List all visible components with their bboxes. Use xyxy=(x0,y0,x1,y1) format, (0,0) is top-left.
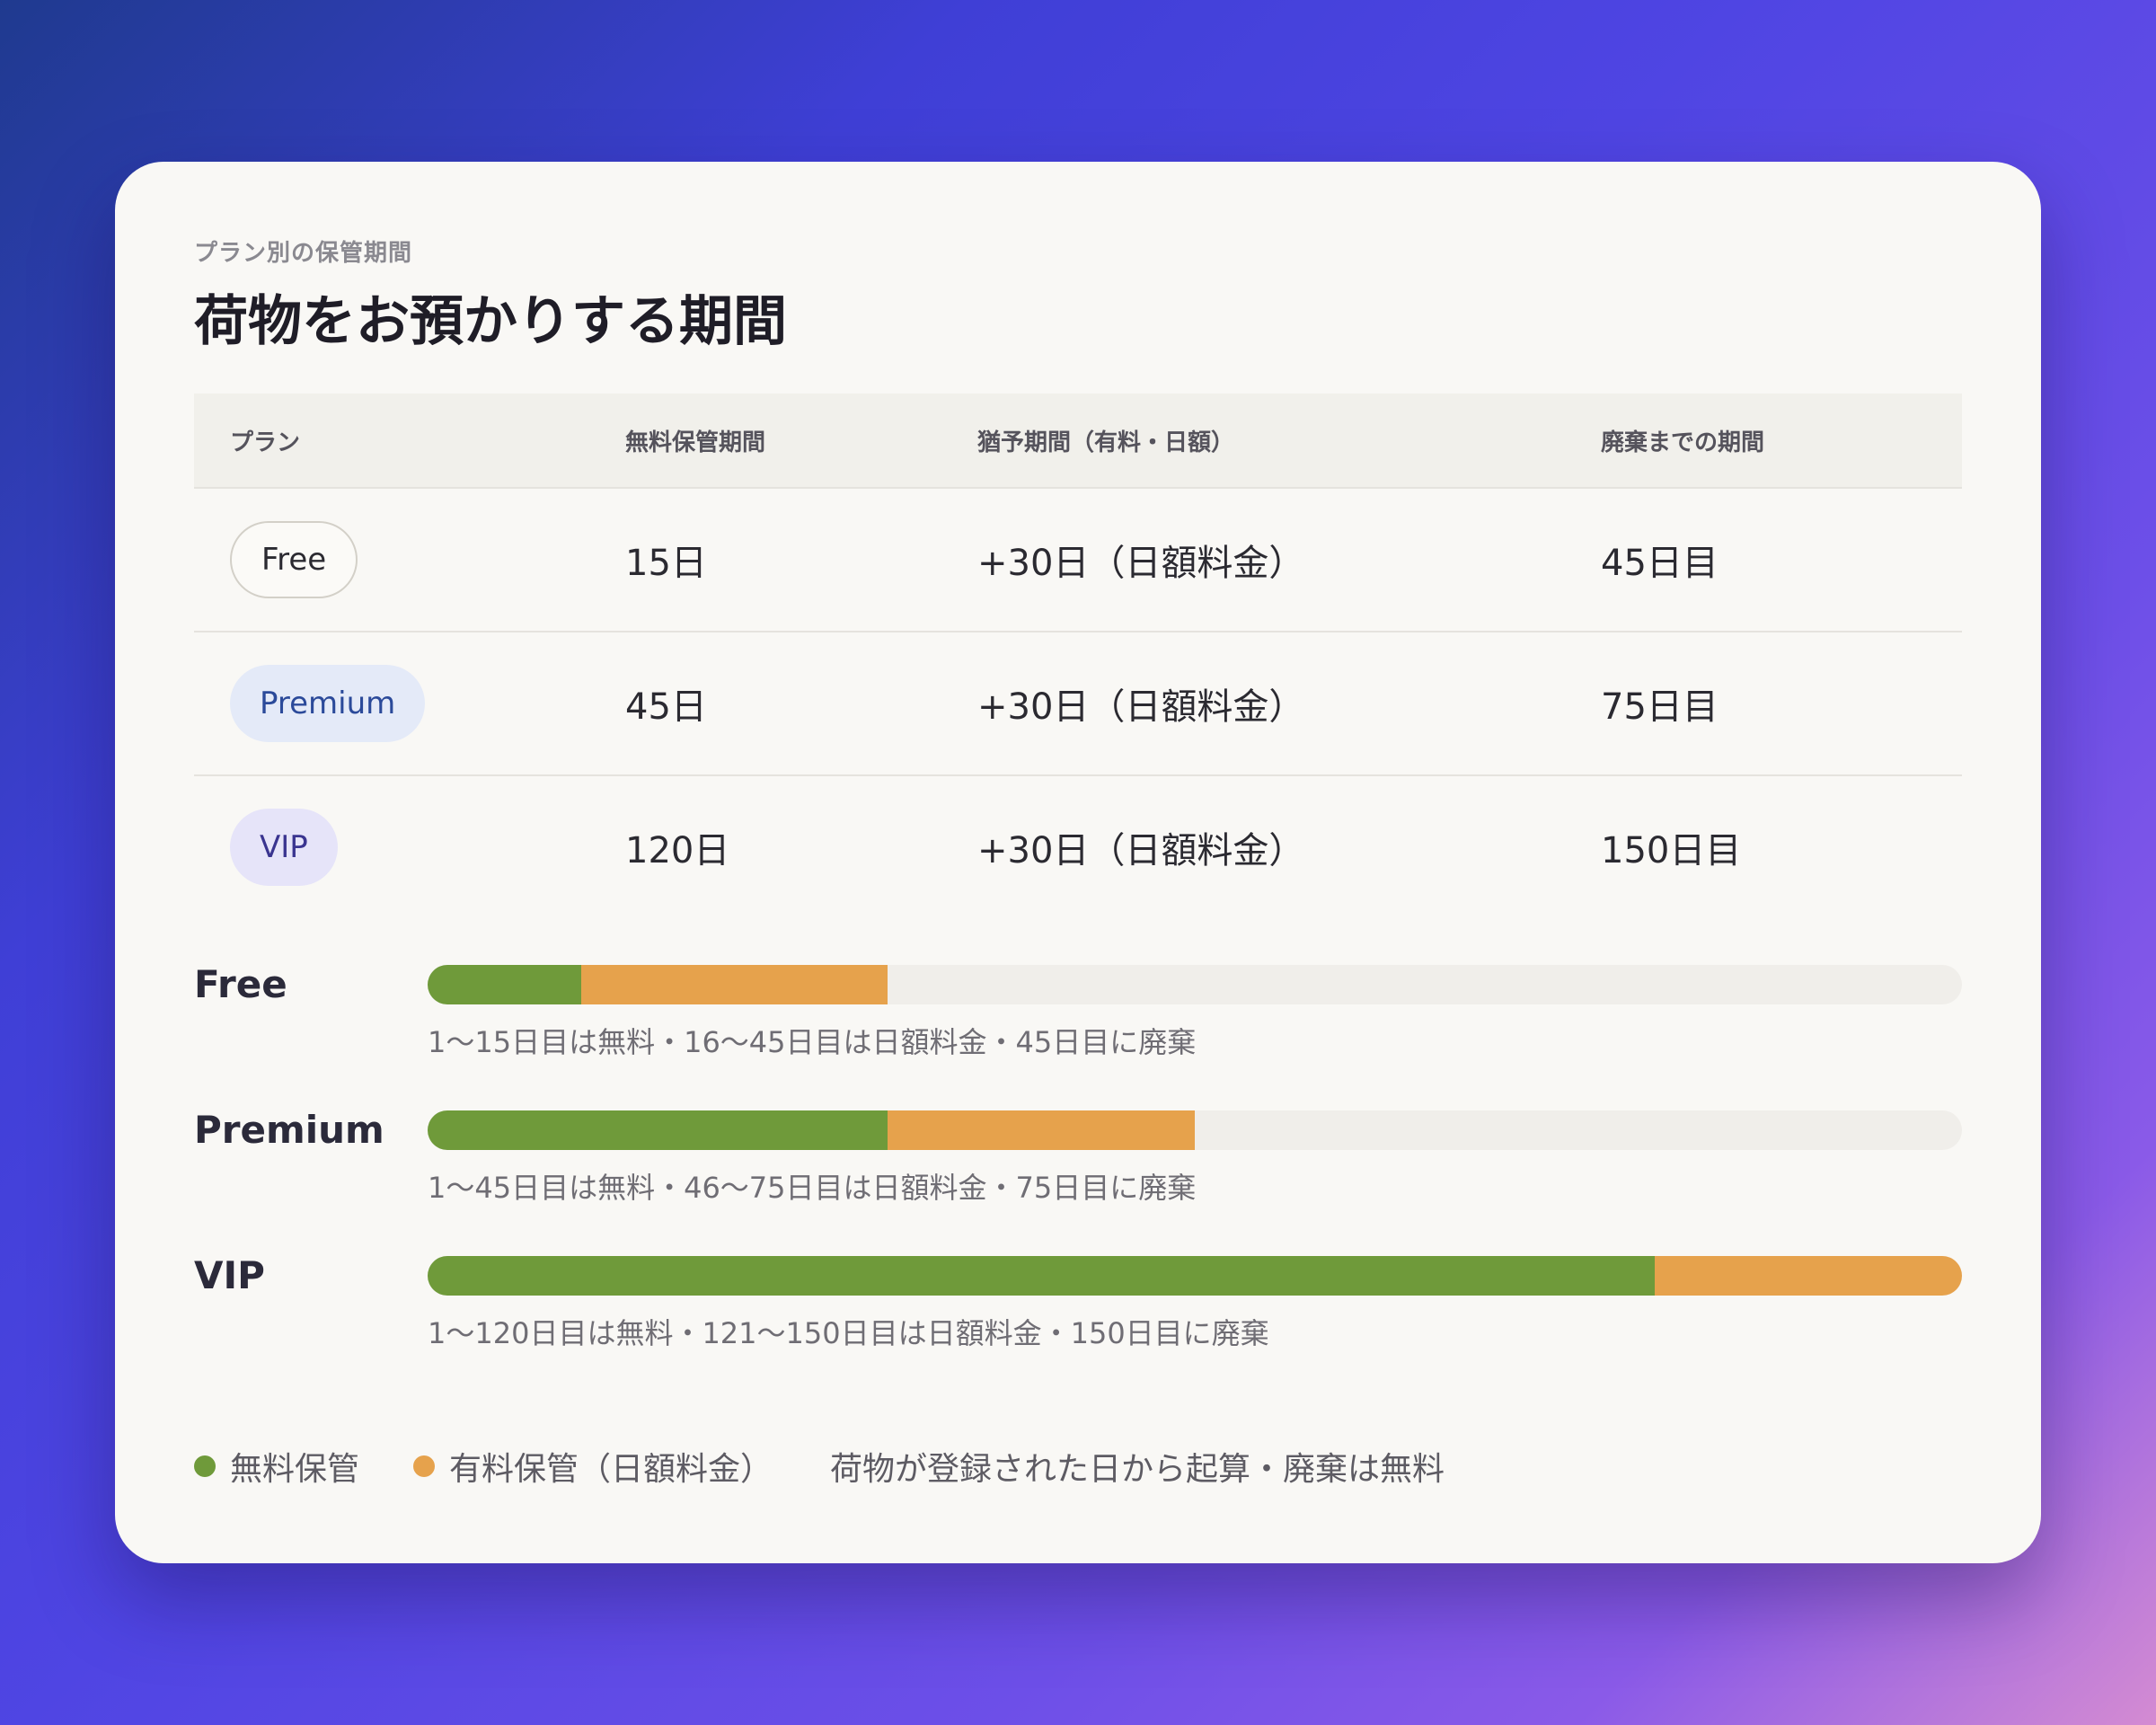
timeline-label: VIP xyxy=(194,1253,265,1297)
legend: 無料保管 有料保管（日額料金） 荷物が登録された日から起算・廃棄は無料 xyxy=(194,1441,1445,1491)
timeline-row-premium: Premium 1〜45日目は無料・46〜75日目は日額料金・75日目に廃棄 xyxy=(194,1103,1962,1249)
timeline-track xyxy=(428,965,1962,1004)
storage-period-card: プラン別の保管期間 荷物をお預かりする期間 プラン 無料保管期間 猶予期間（有料… xyxy=(115,162,2041,1563)
card-eyebrow: プラン別の保管期間 xyxy=(194,240,413,267)
legend-free-label: 無料保管 xyxy=(230,1451,360,1488)
free-storage-segment xyxy=(428,1256,1656,1296)
plan-badge-premium: Premium xyxy=(230,665,426,742)
timeline-row-free: Free 1〜15日目は無料・16〜45日目は日額料金・45日目に廃棄 xyxy=(194,958,1962,1103)
paid-storage-segment xyxy=(580,965,888,1004)
cell-free-period: 15日 xyxy=(625,488,977,632)
cell-free-period: 120日 xyxy=(625,830,730,871)
timeline-section: Free 1〜15日目は無料・16〜45日目は日額料金・45日目に廃棄 Prem… xyxy=(194,958,1962,1394)
table-row-free: Free 15日 +30日（日額料金） 45日目 xyxy=(194,488,1962,632)
legend-item-free: 無料保管 xyxy=(194,1443,359,1490)
table-row-vip: VIP 120日 +30日（日額料金） 150日目 xyxy=(194,775,1962,918)
header-disposal: 廃棄までの期間 xyxy=(1601,394,1962,489)
timeline-caption: 1〜15日目は無料・16〜45日目は日額料金・45日目に廃棄 xyxy=(428,1025,1197,1059)
cell-disposal: 45日目 xyxy=(1601,488,1962,632)
cell-free-period: 45日 xyxy=(625,632,977,776)
timeline-label: Premium xyxy=(194,1108,384,1152)
green-dot-icon xyxy=(194,1455,216,1477)
paid-storage-segment xyxy=(888,1110,1195,1150)
orange-dot-icon xyxy=(413,1455,436,1477)
table-header-row: プラン 無料保管期間 猶予期間（有料・日額） 廃棄までの期間 xyxy=(194,394,1962,489)
legend-paid-label: 有料保管（日額料金） xyxy=(449,1451,773,1488)
free-storage-segment xyxy=(428,1110,888,1150)
timeline-caption: 1〜45日目は無料・46〜75日目は日額料金・75日目に廃棄 xyxy=(428,1171,1197,1205)
timeline-row-vip: VIP 1〜120日目は無料・121〜150日目は日額料金・150日目に廃棄 xyxy=(194,1249,1962,1394)
paid-storage-segment xyxy=(1655,1256,1962,1296)
cell-grace: +30日（日額料金） xyxy=(977,830,1305,871)
plan-badge-free: Free xyxy=(230,521,358,598)
header-plan: プラン xyxy=(194,394,625,489)
timeline-track xyxy=(428,1256,1962,1296)
free-storage-segment xyxy=(428,965,581,1004)
table-row-premium: Premium 45日 +30日（日額料金） 75日目 xyxy=(194,632,1962,776)
cell-disposal: 75日目 xyxy=(1601,632,1962,776)
plans-table: プラン 無料保管期間 猶予期間（有料・日額） 廃棄までの期間 Free 15日 … xyxy=(194,394,1962,918)
card-title: 荷物をお預かりする期間 xyxy=(194,290,787,353)
header-grace-period: 猶予期間（有料・日額） xyxy=(977,394,1601,489)
cell-grace: +30日（日額料金） xyxy=(977,488,1601,632)
legend-item-paid: 有料保管（日額料金） xyxy=(413,1443,773,1490)
timeline-track xyxy=(428,1110,1962,1150)
cell-grace: +30日（日額料金） xyxy=(977,632,1601,776)
cell-disposal: 150日目 xyxy=(1601,830,1742,871)
header-free-period: 無料保管期間 xyxy=(625,394,977,489)
legend-note: 荷物が登録された日から起算・廃棄は無料 xyxy=(830,1451,1445,1488)
plan-badge-vip: VIP xyxy=(230,809,338,886)
timeline-label: Free xyxy=(194,962,287,1006)
timeline-caption: 1〜120日目は無料・121〜150日目は日額料金・150日目に廃棄 xyxy=(428,1316,1269,1350)
